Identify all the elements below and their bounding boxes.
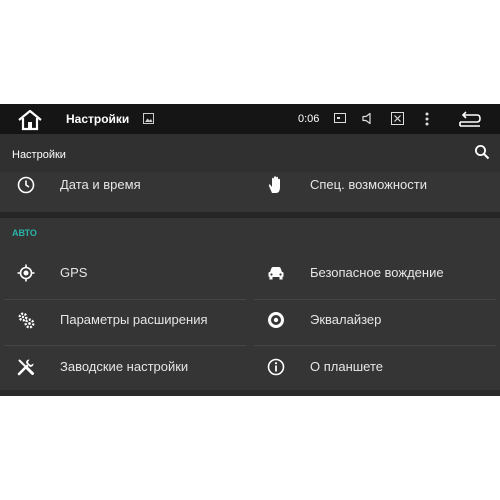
clock-icon <box>17 176 35 194</box>
list-item-gps[interactable]: GPS <box>4 250 246 296</box>
list-item-label: Спец. возможности <box>310 177 427 192</box>
status-bar: Настройки 0:06 <box>0 104 500 134</box>
gps-icon <box>17 264 35 282</box>
list-item-date-time[interactable]: Дата и время <box>4 162 244 208</box>
list-item-label: Параметры расширения <box>60 312 208 327</box>
list-item-label: Безопасное вождение <box>310 265 444 280</box>
list-item-safe-driving[interactable]: Безопасное вождение <box>254 250 496 296</box>
gears-icon <box>18 312 35 329</box>
info-icon <box>267 358 285 376</box>
search-icon[interactable] <box>474 144 490 160</box>
list-item-extension-params[interactable]: Параметры расширения <box>4 297 246 343</box>
speaker-icon <box>268 312 284 328</box>
close-app-icon[interactable] <box>391 112 404 125</box>
list-item-about-tablet[interactable]: О планшете <box>254 344 496 390</box>
app-title: Настройки <box>66 112 130 126</box>
clock: 0:06 <box>298 113 320 125</box>
volume-icon[interactable] <box>362 112 375 125</box>
list-item-label: Эквалайзер <box>310 312 382 327</box>
list-item-label: Дата и время <box>60 177 141 192</box>
overflow-menu-icon[interactable] <box>424 112 430 126</box>
image-notification-icon <box>143 113 154 124</box>
list-item-label: GPS <box>60 265 88 280</box>
section-title: АВТО <box>12 228 37 238</box>
list-item-label: Заводские настройки <box>60 359 189 374</box>
back-icon[interactable] <box>458 111 482 127</box>
list-item-accessibility[interactable]: Спец. возможности <box>254 162 494 208</box>
tools-icon <box>17 359 34 376</box>
screen-mode-icon[interactable] <box>334 112 346 124</box>
toolbar-title: Настройки <box>12 149 66 161</box>
android-screen: Настройки 0:06 Настройки Дата и время Сп… <box>0 104 500 396</box>
list-item-factory-settings[interactable]: Заводские настройки <box>4 344 246 390</box>
car-icon <box>268 267 284 280</box>
home-icon[interactable] <box>17 109 43 131</box>
list-item-equalizer[interactable]: Эквалайзер <box>254 297 496 343</box>
hand-icon <box>268 176 280 193</box>
list-item-label: О планшете <box>310 359 384 374</box>
